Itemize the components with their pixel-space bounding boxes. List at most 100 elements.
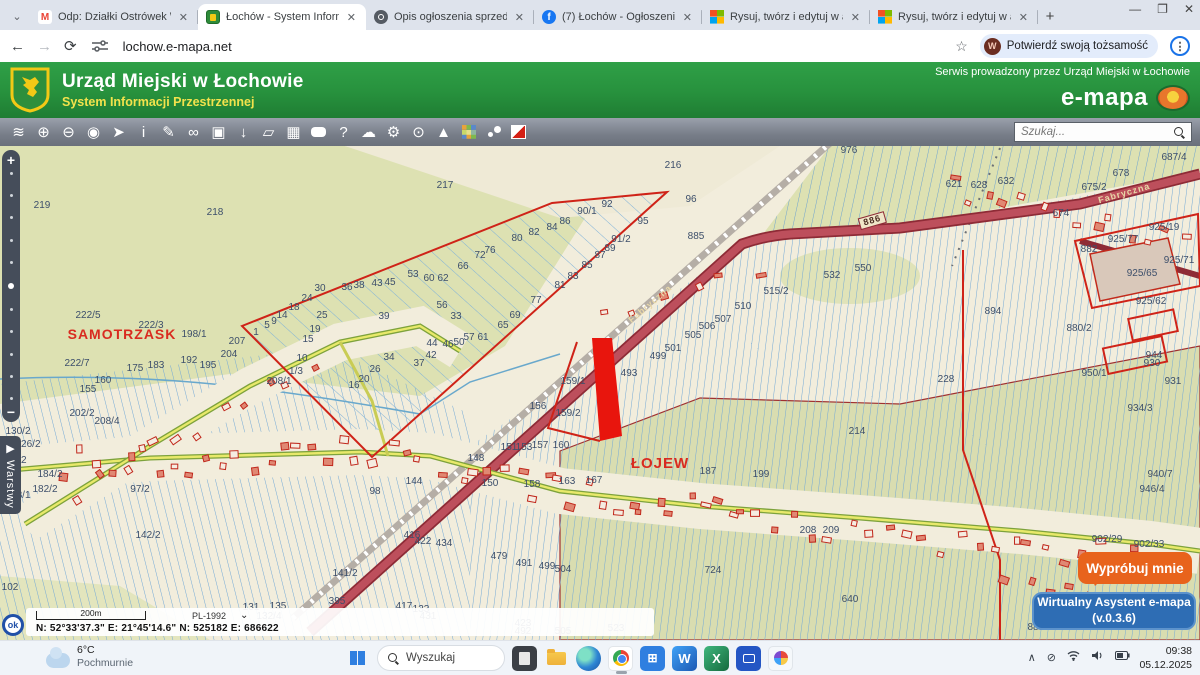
tab-close-icon[interactable]: ✕ xyxy=(849,11,862,24)
chrome-browser-icon[interactable] xyxy=(608,646,633,671)
clock-date: 05.12.2025 xyxy=(1139,659,1192,671)
tab-close-icon[interactable]: ✕ xyxy=(513,11,526,24)
tool-panels-icon[interactable]: ▦ xyxy=(281,120,306,144)
url-text[interactable]: lochow.e-mapa.net xyxy=(123,39,944,54)
blue-app-icon[interactable] xyxy=(736,646,761,671)
microsoft-store-icon[interactable]: ⊞ xyxy=(640,646,665,671)
cadastral-map[interactable]: FabrycznaFabryczna886 219218217216976969… xyxy=(0,146,1200,640)
tool-help-icon[interactable]: ? xyxy=(331,120,356,144)
do-not-disturb-icon[interactable]: ⊘ xyxy=(1047,651,1056,664)
tool-copy-view-icon[interactable]: ▱ xyxy=(256,120,281,144)
word-app-icon[interactable]: W xyxy=(672,646,697,671)
zoom-slider[interactable] xyxy=(8,166,14,406)
tool-share-icon[interactable] xyxy=(481,120,506,144)
tool-link-icon[interactable]: ∞ xyxy=(181,120,206,144)
svg-text:92: 92 xyxy=(601,199,613,210)
window-close-button[interactable]: ✕ xyxy=(1184,2,1194,16)
svg-text:148: 148 xyxy=(468,453,485,464)
tool-print-icon[interactable]: ▣ xyxy=(206,120,231,144)
tool-warning-flag-icon[interactable] xyxy=(506,120,531,144)
tool-select-area-icon[interactable]: ◉ xyxy=(81,120,106,144)
svg-text:687/4: 687/4 xyxy=(1161,152,1186,163)
map-search-input[interactable]: Szukaj... xyxy=(1014,122,1192,142)
svg-text:76: 76 xyxy=(484,245,496,256)
identity-confirm-pill[interactable]: W Potwierdź swoją tożsamość xyxy=(980,34,1158,58)
svg-text:208/4: 208/4 xyxy=(94,416,119,427)
svg-text:25: 25 xyxy=(316,310,328,321)
browser-tab-4[interactable]: Rysuj, twórz i edytuj w apl✕ xyxy=(702,4,870,30)
map-viewport[interactable]: FabrycznaFabryczna886 219218217216976969… xyxy=(0,146,1200,640)
tab-close-icon[interactable]: ✕ xyxy=(1017,11,1030,24)
profile-avatar: W xyxy=(984,38,1001,55)
svg-text:934/3: 934/3 xyxy=(1127,403,1152,414)
wifi-icon[interactable] xyxy=(1067,650,1080,664)
svg-text:61: 61 xyxy=(477,332,489,343)
svg-text:157: 157 xyxy=(532,440,549,451)
edge-browser-icon[interactable] xyxy=(576,646,601,671)
svg-text:18: 18 xyxy=(288,302,300,313)
svg-text:144: 144 xyxy=(406,476,423,487)
tool-comment-icon[interactable] xyxy=(306,120,331,144)
browser-tab-3[interactable]: f(7) Łochów - Ogłoszenia |✕ xyxy=(534,4,702,30)
tool-search-tool-icon[interactable]: ⊙ xyxy=(406,120,431,144)
svg-text:46: 46 xyxy=(442,339,454,350)
browser-tab-5[interactable]: Rysuj, twórz i edytuj w apl✕ xyxy=(870,4,1038,30)
tool-cloud-download-icon[interactable]: ☁ xyxy=(356,120,381,144)
tool-layers-icon[interactable]: ≋ xyxy=(6,120,31,144)
paint-app-icon[interactable] xyxy=(768,646,793,671)
tool-info-icon[interactable]: i xyxy=(131,120,156,144)
tool-zoom-in-icon[interactable]: ⊕ xyxy=(31,120,56,144)
layers-panel-tab[interactable]: ▶ Warstwy xyxy=(0,436,21,514)
zoom-in-button[interactable]: + xyxy=(7,154,15,166)
tool-measure-icon[interactable]: ✎ xyxy=(156,120,181,144)
tab-close-icon[interactable]: ✕ xyxy=(345,11,358,24)
tab-close-icon[interactable]: ✕ xyxy=(177,11,190,24)
taskbar-search[interactable]: Wyszukaj xyxy=(377,645,505,671)
tool-pin-icon[interactable]: ↓ xyxy=(231,120,256,144)
battery-icon[interactable] xyxy=(1115,651,1130,663)
svg-text:885: 885 xyxy=(688,231,705,242)
assistant-try-button[interactable]: Wypróbuj mnie xyxy=(1078,552,1192,584)
virtual-assistant-button[interactable]: Wirtualny Asystent e-mapa (v.0.3.6) xyxy=(1032,592,1196,630)
site-info-icon[interactable] xyxy=(89,38,111,54)
weather-widget[interactable]: 6°C Pochmurnie xyxy=(46,644,133,670)
ok-button[interactable]: ok xyxy=(2,614,24,636)
svg-text:499: 499 xyxy=(539,561,556,572)
svg-text:925/71: 925/71 xyxy=(1164,255,1195,266)
tab-list-chevron-icon[interactable]: ⌄ xyxy=(4,5,30,27)
forward-button[interactable]: → xyxy=(37,38,52,55)
tray-chevron-icon[interactable]: ∧ xyxy=(1028,651,1036,664)
new-tab-button[interactable]: + xyxy=(1038,4,1062,28)
svg-text:36: 36 xyxy=(341,282,353,293)
crs-dropdown-icon[interactable]: ⌄ xyxy=(240,610,248,621)
notepad-app-icon[interactable] xyxy=(512,646,537,671)
browser-tab-1[interactable]: Łochów - System Informac✕ xyxy=(198,4,366,30)
svg-text:940/7: 940/7 xyxy=(1147,469,1172,480)
tool-north-arrow-icon[interactable]: ▲ xyxy=(431,120,456,144)
browser-tab-0[interactable]: MOdp: Działki Ostrówek Wę✕ xyxy=(30,4,198,30)
file-explorer-icon[interactable] xyxy=(544,646,569,671)
site-header: Urząd Miejski w Łochowie System Informac… xyxy=(0,62,1200,118)
search-icon xyxy=(388,653,399,664)
tab-close-icon[interactable]: ✕ xyxy=(681,11,694,24)
excel-app-icon[interactable]: X xyxy=(704,646,729,671)
tool-settings-icon[interactable]: ⚙ xyxy=(381,120,406,144)
window-maximize-button[interactable]: ❐ xyxy=(1157,2,1168,16)
start-button[interactable] xyxy=(345,646,370,671)
tab-label: Opis ogłoszenia sprzedazy xyxy=(394,11,507,23)
zoom-control[interactable]: + − xyxy=(2,150,20,422)
browser-menu-icon[interactable]: ⋮ xyxy=(1170,36,1190,56)
bookmark-star-icon[interactable]: ☆ xyxy=(955,38,968,55)
svg-text:153: 153 xyxy=(516,442,533,453)
tool-zoom-out-icon[interactable]: ⊖ xyxy=(56,120,81,144)
browser-tab-2[interactable]: Opis ogłoszenia sprzedazy ✕ xyxy=(366,4,534,30)
reload-button[interactable]: ⟳ xyxy=(64,37,77,55)
window-minimize-button[interactable]: — xyxy=(1129,2,1141,16)
tool-pointer-icon[interactable]: ➤ xyxy=(106,120,131,144)
zoom-out-button[interactable]: − xyxy=(7,406,15,418)
svg-text:182/2: 182/2 xyxy=(32,484,57,495)
back-button[interactable]: ← xyxy=(10,38,25,55)
tool-theme-colors-icon[interactable] xyxy=(456,120,481,144)
taskbar-clock[interactable]: 09:38 05.12.2025 xyxy=(1139,645,1192,672)
volume-icon[interactable] xyxy=(1091,650,1104,664)
